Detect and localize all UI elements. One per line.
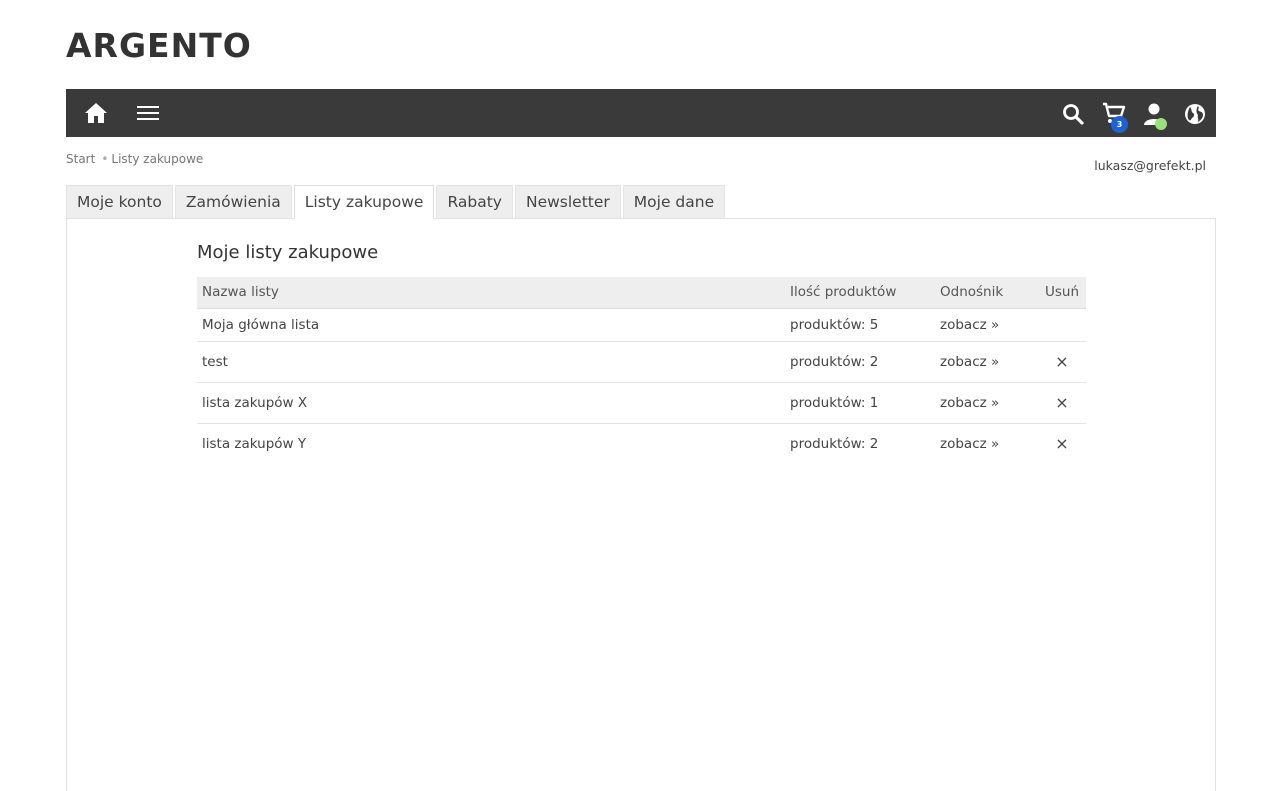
- user-status-dot: [1155, 118, 1167, 130]
- product-count: produktów: 2: [785, 341, 935, 383]
- user-email[interactable]: lukasz@grefekt.pl: [1094, 158, 1206, 173]
- tab-content-panel: Moje listy zakupowe Nazwa listy Ilość pr…: [66, 218, 1216, 791]
- search-icon[interactable]: [1062, 103, 1084, 125]
- product-count: produktów: 1: [785, 382, 935, 424]
- breadcrumb-home[interactable]: Start: [66, 152, 95, 166]
- tab-newsletter[interactable]: Newsletter: [514, 185, 621, 219]
- header-list-name: Nazwa listy: [197, 277, 785, 309]
- menu-icon[interactable]: [136, 104, 160, 122]
- cart-count-badge: 3: [1111, 116, 1128, 133]
- table-row: test produktów: 2 zobacz » ×: [197, 341, 1086, 383]
- table-row: lista zakupów Y produktów: 2 zobacz » ×: [197, 423, 1086, 464]
- tab-orders[interactable]: Zamówienia: [174, 185, 292, 219]
- home-icon[interactable]: [84, 101, 108, 125]
- breadcrumb-current: Listy zakupowe: [111, 152, 204, 166]
- header-product-count: Ilość produktów: [785, 277, 935, 309]
- breadcrumb-separator: •: [101, 152, 109, 166]
- table-header-row: Nazwa listy Ilość produktów Odnośnik Usu…: [197, 277, 1086, 309]
- list-name: test: [197, 341, 785, 383]
- view-list-link[interactable]: zobacz »: [940, 436, 999, 452]
- top-navbar: 3: [66, 89, 1216, 137]
- header-link: Odnośnik: [935, 277, 1038, 309]
- tab-shopping-lists[interactable]: Listy zakupowe: [293, 185, 435, 219]
- header-delete: Usuń: [1038, 277, 1086, 309]
- list-name: lista zakupów Y: [202, 435, 307, 452]
- logo[interactable]: ARGENTO: [66, 29, 252, 63]
- list-name: Moja główna lista: [197, 308, 785, 342]
- tab-my-account[interactable]: Moje konto: [66, 185, 173, 219]
- delete-icon[interactable]: ×: [1055, 393, 1068, 412]
- shopping-lists-table: Nazwa listy Ilość produktów Odnośnik Usu…: [197, 277, 1086, 464]
- view-list-link[interactable]: zobacz »: [940, 395, 999, 411]
- view-list-link[interactable]: zobacz »: [940, 317, 999, 333]
- view-list-link[interactable]: zobacz »: [940, 354, 999, 370]
- table-row: Moja główna lista produktów: 5 zobacz »: [197, 308, 1086, 342]
- product-count: produktów: 5: [785, 308, 935, 342]
- table-row: lista zakupów X produktów: 1 zobacz » ×: [197, 382, 1086, 424]
- account-tabs: Moje konto Zamówienia Listy zakupowe Rab…: [66, 185, 727, 219]
- breadcrumb: Start • Listy zakupowe: [66, 152, 203, 166]
- globe-icon[interactable]: [1184, 103, 1206, 125]
- tab-my-data[interactable]: Moje dane: [622, 185, 726, 219]
- list-name: lista zakupów X: [197, 382, 785, 424]
- product-count: produktów: 2: [790, 435, 879, 452]
- page-title: Moje listy zakupowe: [197, 242, 379, 263]
- tab-discounts[interactable]: Rabaty: [436, 185, 513, 219]
- delete-icon[interactable]: ×: [1055, 434, 1068, 453]
- delete-icon[interactable]: ×: [1055, 352, 1068, 371]
